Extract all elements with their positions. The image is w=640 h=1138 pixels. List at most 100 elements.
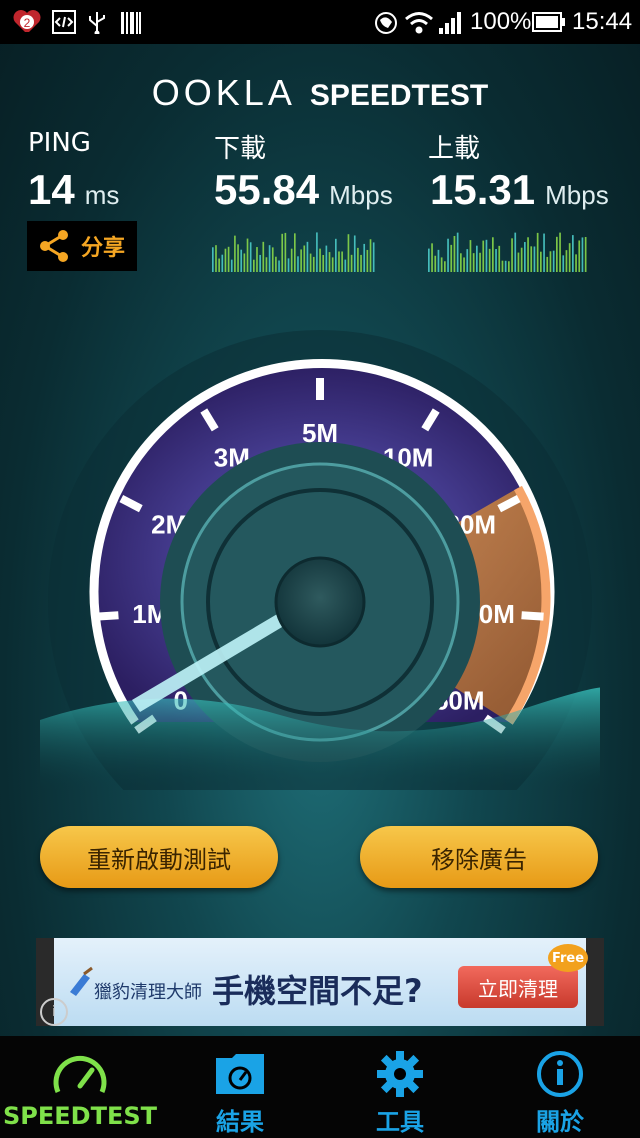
sparkline-bar [224, 248, 227, 272]
gauge-hub [274, 556, 366, 648]
sparkline-bar [278, 260, 280, 272]
sparkline-bar [303, 245, 306, 272]
sparkline-bar [240, 249, 243, 272]
sparkline-bar [287, 258, 290, 272]
sparkline-bar [215, 245, 217, 272]
share-icon [40, 230, 68, 262]
sparkline-bar [338, 251, 340, 272]
share-label: 分享 [81, 236, 126, 261]
sparkline-bar [568, 243, 571, 272]
sparkline-bar [495, 249, 497, 272]
nav-speedtest[interactable]: SPEEDTEST [0, 1036, 160, 1138]
sparkline-bar [306, 241, 309, 272]
sparkline-bar [572, 235, 574, 272]
ad-headline: 手機空間不足? [212, 972, 423, 1010]
download-label: 下載 [214, 134, 267, 164]
ad-cta-button[interactable]: 立即清理 [458, 966, 578, 1008]
restart-test-button[interactable]: 重新啟動測試 [40, 826, 278, 888]
sparkline-bar [488, 248, 491, 272]
sparkline-bar [369, 239, 372, 272]
sparkline-bar [234, 235, 236, 272]
sparkline-bar [540, 251, 542, 272]
sparkline-bar [444, 261, 446, 272]
nav-results-label: 結果 [216, 1108, 264, 1136]
sparkline-bar [508, 261, 510, 272]
usb-icon [89, 12, 105, 34]
sparkline-bar [319, 248, 321, 272]
ad-banner[interactable]: 獵豹清理大師 手機空間不足? 立即清理 Free i [36, 938, 604, 1026]
nav-about[interactable]: 關於 [480, 1036, 640, 1138]
sparkline-bar [246, 238, 249, 272]
sparkline-bar [524, 242, 526, 272]
sparkline-bar [372, 242, 375, 272]
sparkline-bar [543, 233, 545, 272]
nav-speedtest-label: SPEEDTEST [2, 1102, 157, 1130]
sparkline-bar [453, 235, 456, 272]
sparkline-bar [360, 254, 362, 272]
sparkline-bar [501, 260, 504, 272]
speedometer-icon [53, 1055, 107, 1093]
sparkline-bar [447, 238, 449, 272]
sparkline-bar [559, 232, 561, 272]
sparkline-bar [230, 259, 233, 272]
battery-icon [532, 12, 565, 32]
ad-content[interactable]: 獵豹清理大師 手機空間不足? 立即清理 Free [54, 938, 588, 1026]
sparkline-bar [243, 253, 246, 272]
sparkline-bar [357, 247, 359, 272]
info-icon [537, 1051, 583, 1097]
ping-value: 14 ms [28, 166, 119, 214]
sparkline-bar [476, 245, 478, 272]
sparkline-bar [514, 232, 517, 272]
upload-unit: Mbps [545, 180, 609, 210]
sparkline-bar [479, 252, 481, 272]
sparkline-bar [259, 254, 261, 272]
sparkline-bar [350, 254, 353, 272]
sparkline-bar [249, 242, 252, 272]
speed-gauge: 01M2M3M5M10M20M30M50M [40, 330, 600, 790]
remove-ads-button[interactable]: 移除廣告 [360, 826, 598, 888]
share-button[interactable]: 分享 [27, 221, 137, 271]
nav-about-label: 關於 [536, 1108, 584, 1136]
bottom-nav: SPEEDTEST 結果 工具 關於 [0, 1036, 640, 1138]
nav-tools[interactable]: 工具 [320, 1036, 480, 1138]
ping-unit: ms [84, 180, 120, 210]
status-bar: 2 100% 15:44 [0, 0, 640, 44]
sparkline-bar [520, 247, 523, 272]
sparkline-bar [562, 255, 565, 272]
sparkline-bar [434, 255, 437, 272]
nav-tools-label: 工具 [376, 1108, 424, 1136]
sparkline-bar [450, 244, 453, 272]
ad-info-icon[interactable]: i [40, 998, 68, 1026]
sparkline-bar [546, 256, 549, 272]
gauge-tick [521, 611, 544, 621]
ad-brand: 獵豹清理大師 [94, 982, 202, 1003]
sparkline-bar [281, 233, 284, 272]
sparkline-bar [347, 234, 350, 272]
sparkline-bar [552, 250, 555, 272]
sparkline-bar [504, 260, 507, 272]
nav-results[interactable]: 結果 [160, 1036, 320, 1138]
sparkline-bar [578, 240, 581, 272]
sparkline-bar [341, 251, 343, 272]
sparkline-bar [511, 238, 513, 272]
sparkline-bar [271, 247, 274, 272]
ad-free-badge: Free [548, 944, 588, 972]
sparkline-bar [460, 253, 462, 272]
sparkline-bar [294, 233, 296, 272]
sparkline-bar [530, 246, 533, 272]
sparkline-bar [262, 241, 265, 272]
sparkline-bar [290, 248, 293, 272]
sparkline-bar [556, 236, 558, 272]
mute-vibrate-icon [375, 12, 397, 34]
sparkline-bar [284, 232, 287, 272]
download-sparkline [212, 232, 375, 272]
upload-number: 15.31 [430, 166, 536, 213]
barcode-icon [121, 12, 141, 34]
sparkline-bar [256, 247, 258, 272]
sparkline-bar [316, 232, 318, 272]
sparkline-bar [275, 256, 277, 272]
sparkline-bar [431, 243, 433, 272]
signal-icon [439, 12, 461, 34]
logo-speedtest: SPEEDTEST [309, 79, 489, 112]
sparkline-bar [584, 236, 587, 272]
